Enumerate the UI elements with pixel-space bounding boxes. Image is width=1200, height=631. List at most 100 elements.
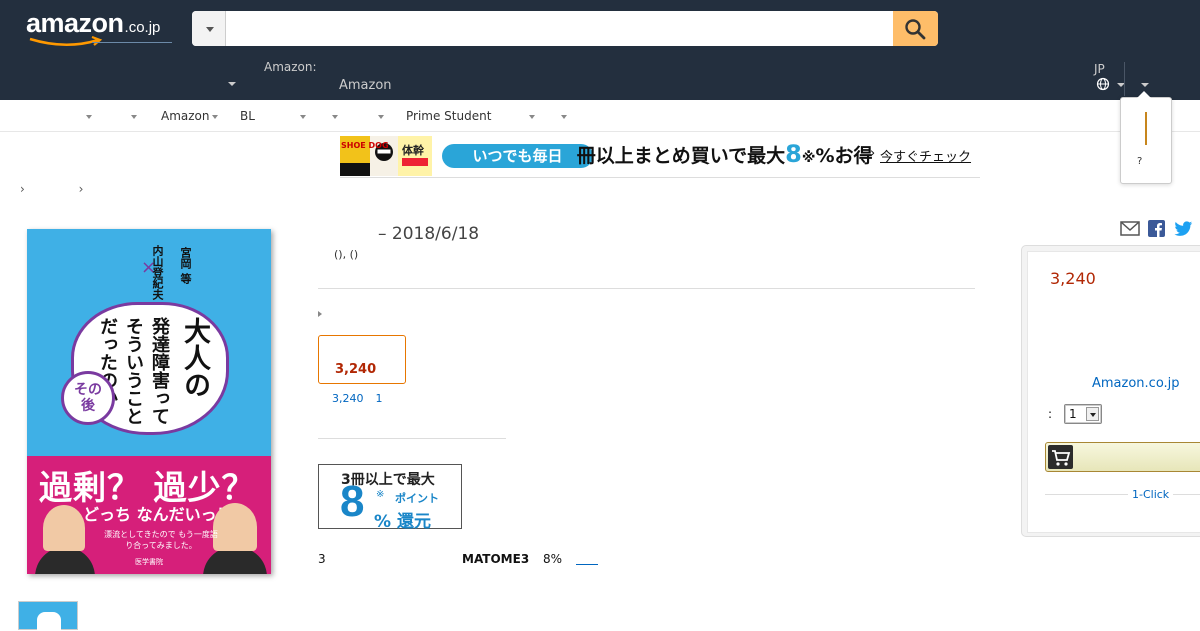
chevron-right-icon: ›: [870, 146, 876, 161]
subnav-item-prime-student[interactable]: Prime Student: [406, 109, 491, 123]
subnav-item-amazon[interactable]: Amazon: [161, 109, 210, 123]
popover-accent-bar: [1145, 112, 1147, 145]
matome-code: MATOME3: [462, 552, 530, 566]
cover-publisher: 医学書院: [135, 558, 163, 566]
banner-kome: ※: [801, 150, 816, 166]
format-sub-count[interactable]: 1: [376, 392, 383, 405]
matome-promo-line: 3 MATOME3 8%: [318, 552, 618, 568]
quantity-select[interactable]: 1: [1064, 404, 1102, 424]
buy-box: 3,240 Amazon.co.jp : 1 1-Click: [1021, 245, 1200, 537]
cover-sonogo-badge: その後: [61, 371, 115, 425]
add-to-cart-button[interactable]: [1045, 442, 1200, 472]
cover-title2: 発達障害って: [149, 317, 170, 425]
cover-sonogo1: その: [74, 382, 102, 398]
buy-box-inner: 3,240 Amazon.co.jp : 1 1-Click: [1027, 251, 1200, 533]
format-price: 3,240: [335, 362, 377, 377]
banner-n3: 3: [560, 140, 577, 168]
format-sub-price[interactable]: 3,240: [332, 392, 364, 405]
logo-word: amazon: [26, 8, 124, 38]
banner-pct: %お得: [815, 145, 873, 167]
popover-arrow: [1137, 91, 1151, 98]
promo-banner[interactable]: SHOE DOG 体幹 いつでも毎日 3冊以上まとめ買いで最大8※%お得 › 今…: [340, 136, 980, 178]
cover-title1: 大人の: [179, 317, 210, 398]
subnav-caret-icon[interactable]: [131, 115, 137, 119]
facebook-share-icon[interactable]: [1148, 220, 1165, 237]
nav-bar: amazon.co.jp Amazon: Amazon JP: [0, 0, 1200, 100]
expand-arrow-icon[interactable]: [318, 311, 322, 317]
address-dropdown-caret[interactable]: [228, 82, 236, 86]
divider: [318, 288, 975, 289]
search-button[interactable]: [893, 11, 938, 46]
language-code[interactable]: JP: [1094, 62, 1105, 76]
cart-icon-box: [1048, 445, 1073, 469]
banner-text1: 冊以上まとめ買いで最大: [576, 145, 786, 167]
subnav-caret-icon[interactable]: [332, 115, 338, 119]
subnav-caret-icon[interactable]: [86, 115, 92, 119]
globe-icon[interactable]: [1096, 77, 1110, 91]
breadcrumb-sep: ›: [78, 182, 84, 196]
banner-img-label1: SHOE DOG: [341, 141, 389, 150]
logo-underline: [92, 42, 172, 43]
breadcrumb: › ›: [20, 182, 83, 196]
greeting-line2[interactable]: Amazon: [339, 78, 392, 93]
search-bar: [192, 11, 938, 46]
banner-check-link[interactable]: 今すぐチェック: [880, 146, 971, 165]
banner-img-label2: 体幹: [402, 143, 424, 157]
book-cover-image[interactable]: 宮岡 等 × 内山登紀夫 大人の 発達障害って そういうこと だったのか その後…: [27, 229, 271, 574]
format-option-selected[interactable]: 3,240: [318, 335, 406, 384]
banner-book-thumbnails: SHOE DOG 体幹: [340, 136, 432, 176]
quantity-value: 1: [1069, 407, 1077, 421]
matome-count: 3: [318, 552, 326, 566]
matome-details-link[interactable]: [576, 552, 598, 565]
banner-n8: 8: [785, 140, 802, 168]
thumbnail-bubble: [37, 612, 61, 631]
account-popover: ?: [1120, 97, 1172, 184]
one-click-link[interactable]: 1-Click: [1128, 488, 1174, 501]
promo-point: ポイント: [395, 492, 439, 505]
cart-icon: [1052, 450, 1071, 466]
cover-author1: 宮岡 等: [179, 247, 192, 284]
search-icon: [905, 19, 926, 40]
search-category-dropdown[interactable]: [192, 11, 226, 46]
subnav-caret-icon[interactable]: [561, 115, 567, 119]
matome-pct: 8%: [543, 552, 563, 566]
cover-note: 漂流としてきたので もう一度語り合ってみました。: [104, 530, 218, 550]
subnav-caret-icon[interactable]: [300, 115, 306, 119]
cover-thumbnail[interactable]: [18, 601, 78, 631]
cover-person-left: [43, 505, 85, 551]
subnav-item-bl[interactable]: BL: [240, 109, 255, 123]
cover-sonogo2: 後: [81, 398, 95, 414]
caret-down-icon: [206, 27, 214, 32]
quantity-label: :: [1048, 407, 1053, 421]
twitter-share-icon[interactable]: [1174, 221, 1193, 237]
cover-author2: 内山登紀夫: [151, 245, 164, 300]
promo-big-number: 8: [340, 477, 365, 526]
popover-text[interactable]: ?: [1137, 156, 1142, 167]
author-list[interactable]: (), (): [334, 248, 358, 261]
banner-headline: 3冊以上まとめ買いで最大8※%お得: [560, 140, 873, 168]
sub-nav: Amazon BL Prime Student: [0, 100, 1200, 132]
search-input[interactable]: [226, 11, 893, 46]
logo-tld: .co.jp: [124, 19, 161, 36]
cover-docchi: どっち なんだいっ！: [83, 505, 233, 524]
subnav-caret-icon[interactable]: [212, 115, 218, 119]
divider: [318, 438, 506, 439]
greeting-line1: Amazon:: [264, 60, 317, 74]
seller-link[interactable]: Amazon.co.jp: [1092, 376, 1180, 391]
nav-divider: [1124, 62, 1125, 96]
promo-pct: % 還元: [374, 512, 431, 532]
bulk-point-promo[interactable]: 3冊以上で最大 8 ※ ポイント % 還元: [318, 464, 462, 532]
email-share-icon[interactable]: [1120, 221, 1140, 237]
promo-kome: ※: [376, 489, 385, 500]
breadcrumb-sep: ›: [20, 182, 25, 196]
account-caret-icon[interactable]: [1141, 83, 1149, 87]
divider: [1045, 494, 1200, 495]
publication-date: – 2018/6/18: [378, 224, 480, 244]
subnav-caret-icon[interactable]: [529, 115, 535, 119]
amazon-logo[interactable]: amazon.co.jp: [26, 8, 172, 46]
format-sub-links: 3,240 1: [332, 392, 383, 405]
buy-box-price: 3,240: [1050, 269, 1096, 288]
subnav-caret-icon[interactable]: [378, 115, 384, 119]
cover-title3: そういうこと: [123, 317, 144, 425]
chevron-down-icon: [1086, 407, 1099, 421]
